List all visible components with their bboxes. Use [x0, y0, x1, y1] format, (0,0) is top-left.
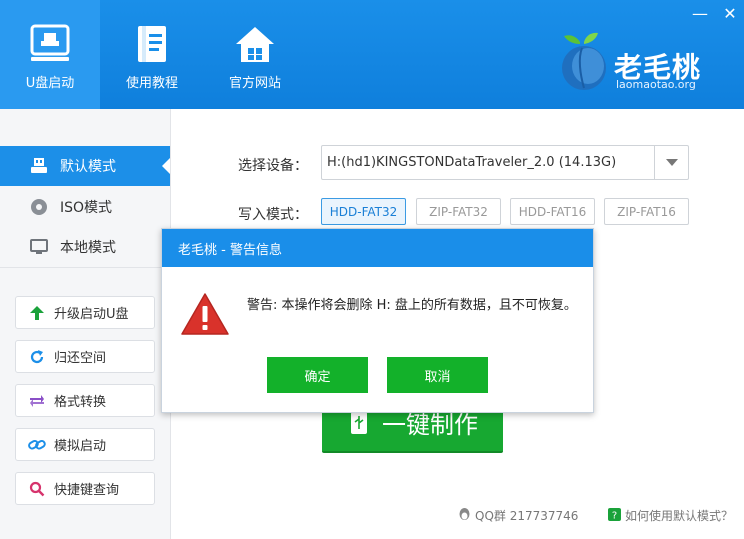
dialog-message: 警告: 本操作将会删除 H: 盘上的所有数据，且不可恢复。	[247, 298, 577, 313]
book-icon	[130, 22, 174, 66]
write-mode-zip-fat32[interactable]: ZIP-FAT32	[416, 198, 501, 225]
refresh-icon	[28, 348, 46, 366]
close-button[interactable]: ✕	[720, 4, 740, 24]
write-mode-hdd-fat32[interactable]: HDD-FAT32	[321, 198, 406, 225]
write-mode-hdd-fat16[interactable]: HDD-FAT16	[510, 198, 595, 225]
usb-icon	[28, 155, 50, 177]
search-icon	[28, 480, 46, 498]
restore-space-button[interactable]: 归还空间	[15, 340, 155, 373]
format-convert-label: 格式转换	[54, 395, 107, 410]
simulate-boot-button[interactable]: 模拟启动	[15, 428, 155, 461]
nav-website-label: 官方网站	[228, 76, 281, 91]
sidebar-item-label: ISO模式	[60, 200, 113, 216]
sidebar-item-label: 默认模式	[60, 159, 116, 175]
device-select-value: H:(hd1)KINGSTONDataTraveler_2.0 (14.13G)	[327, 155, 617, 170]
sidebar: 默认模式 ISO模式 本地模式 升级启动U盘 归还空间 格式转换 模拟启动 快捷…	[0, 109, 171, 539]
simulate-boot-label: 模拟启动	[54, 439, 107, 454]
disc-icon	[28, 196, 50, 218]
cancel-button[interactable]: 取消	[387, 357, 488, 393]
app-header: U盘启动 使用教程 官方网站 — ✕ 老毛桃 laomaotao.org	[0, 0, 744, 109]
nav-tutorial[interactable]: 使用教程	[102, 0, 202, 109]
device-label: 选择设备：	[238, 158, 308, 174]
nav-website[interactable]: 官方网站	[205, 0, 305, 109]
sidebar-divider	[0, 267, 171, 268]
sidebar-item-local-mode[interactable]: 本地模式	[0, 227, 170, 267]
warning-icon	[180, 292, 230, 336]
sidebar-item-label: 本地模式	[60, 240, 116, 256]
qq-group: QQ群 217737746	[458, 507, 578, 524]
brand-domain: laomaotao.org	[616, 78, 696, 91]
arrow-up-icon	[28, 304, 46, 322]
hotkey-query-button[interactable]: 快捷键查询	[15, 472, 155, 505]
dialog-title: 老毛桃 - 警告信息	[162, 229, 593, 267]
help-link[interactable]: ? 如何使用默认模式？	[608, 507, 733, 524]
restore-space-label: 归还空间	[54, 351, 107, 366]
qq-penguin-icon	[458, 507, 471, 524]
warning-dialog: 老毛桃 - 警告信息 警告: 本操作将会删除 H: 盘上的所有数据，且不可恢复。…	[161, 228, 594, 413]
ok-button[interactable]: 确定	[267, 357, 368, 393]
device-select[interactable]: H:(hd1)KINGSTONDataTraveler_2.0 (14.13G)	[321, 145, 689, 180]
sidebar-item-default-mode[interactable]: 默认模式	[0, 146, 170, 186]
help-icon: ?	[608, 507, 621, 524]
hotkey-query-label: 快捷键查询	[54, 483, 120, 498]
write-mode-label: 写入模式：	[238, 207, 308, 223]
brand-logo: 老毛桃 laomaotao.org	[558, 30, 728, 94]
upgrade-usb-button[interactable]: 升级启动U盘	[15, 296, 155, 329]
home-icon	[233, 22, 277, 66]
usb-drive-icon	[28, 22, 72, 66]
minimize-button[interactable]: —	[690, 4, 710, 24]
sidebar-item-iso-mode[interactable]: ISO模式	[0, 187, 170, 227]
peach-logo-icon	[562, 32, 606, 90]
monitor-icon	[28, 236, 50, 258]
write-mode-zip-fat16[interactable]: ZIP-FAT16	[604, 198, 689, 225]
nav-tutorial-label: 使用教程	[125, 76, 178, 91]
upgrade-usb-label: 升级启动U盘	[54, 307, 129, 322]
help-link-text: 如何使用默认模式？	[625, 509, 734, 523]
link-icon	[28, 436, 46, 454]
nav-usb-boot-label: U盘启动	[25, 76, 75, 91]
swap-icon	[28, 392, 46, 410]
svg-text:?: ?	[612, 510, 617, 521]
format-convert-button[interactable]: 格式转换	[15, 384, 155, 417]
nav-usb-boot[interactable]: U盘启动	[0, 0, 100, 109]
chevron-down-icon[interactable]	[654, 146, 688, 179]
qq-group-text: QQ群 217737746	[475, 509, 579, 523]
